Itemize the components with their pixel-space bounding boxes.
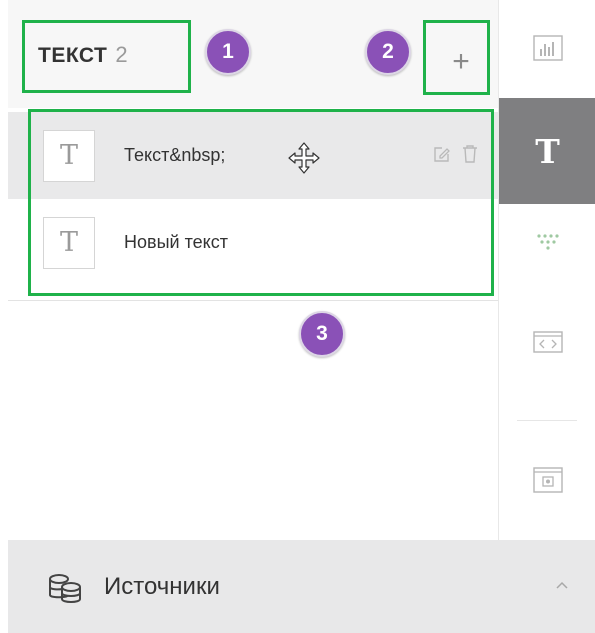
move-cursor-icon (288, 142, 320, 174)
toolbar-chart-button[interactable] (499, 18, 595, 78)
text-type-icon: T (43, 129, 95, 182)
callout-badge-1: 1 (205, 29, 251, 75)
list-item[interactable]: T Текст&nbsp; (8, 112, 498, 199)
edit-icon[interactable] (433, 146, 450, 163)
sources-bar[interactable]: Источники (8, 540, 595, 633)
text-list: T Текст&nbsp; T Новый текст (8, 108, 498, 300)
sources-label: Источники (104, 573, 220, 600)
toolbar-image-button[interactable] (499, 450, 595, 510)
code-embed-icon (532, 331, 563, 353)
image-frame-icon (532, 467, 563, 493)
list-item-label: Текст&nbsp; (124, 145, 226, 165)
chevron-up-icon[interactable] (554, 577, 570, 593)
panel-title-group: ТЕКСТ 2 (38, 42, 128, 78)
list-item[interactable]: T Новый текст (8, 199, 498, 286)
toolbar-filter-button[interactable] (499, 212, 595, 272)
bar-chart-icon (532, 35, 563, 61)
delete-icon[interactable] (462, 144, 478, 163)
item-count: 2 (115, 42, 128, 67)
callout-badge-3: 3 (299, 311, 345, 357)
text-type-icon: T (43, 216, 95, 269)
widget-toolbar: T (498, 0, 595, 540)
panel-header: ТЕКСТ 2 + (8, 0, 498, 108)
text-blocks-screen: ТЕКСТ 2 + T Текст&nbsp; T Новый текст T … (0, 0, 595, 633)
dots-triangle-icon (536, 234, 559, 250)
toolbar-divider (517, 420, 577, 421)
text-tool-icon: T (535, 131, 560, 171)
database-icon (49, 574, 81, 603)
list-divider (8, 300, 498, 301)
toolbar-text-button[interactable]: T (499, 98, 595, 204)
toolbar-embed-button[interactable] (499, 312, 595, 372)
callout-badge-2: 2 (365, 29, 411, 75)
list-item-label: Новый текст (124, 232, 228, 252)
add-text-button[interactable]: + (436, 38, 486, 88)
panel-title: ТЕКСТ (38, 44, 108, 67)
text-panel: ТЕКСТ 2 + T Текст&nbsp; T Новый текст (8, 0, 498, 540)
